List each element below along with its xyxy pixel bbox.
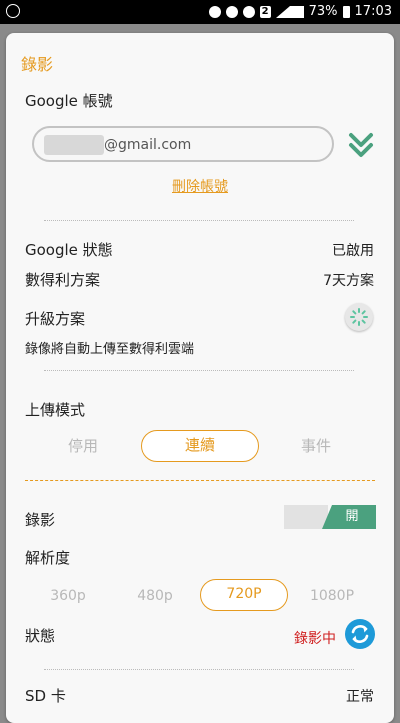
section-title: 錄影 xyxy=(21,55,54,74)
delete-account-link[interactable]: 刪除帳號 xyxy=(6,176,394,196)
upload-mode-option-disabled[interactable]: 停用 xyxy=(46,431,120,461)
resolution-option-1080p[interactable]: 1080P xyxy=(295,581,369,611)
clock: 17:03 xyxy=(354,4,392,19)
loading-spinner-icon[interactable] xyxy=(345,303,373,331)
upgrade-note: 錄像將自動上傳至數得利雲端 xyxy=(25,342,195,357)
refresh-icon xyxy=(351,625,369,643)
upgrade-plan-label: 升級方案 xyxy=(25,310,86,328)
status-value: 錄影中 xyxy=(294,631,336,647)
recording-toggle[interactable]: 開 xyxy=(284,505,376,529)
section-divider xyxy=(25,480,375,481)
battery-percent: 73% xyxy=(308,4,338,19)
google-status-label: Google 狀態 xyxy=(25,241,113,259)
nfc-icon xyxy=(225,5,238,18)
upload-mode-option-continuous[interactable]: 連續 xyxy=(141,430,259,462)
mute-icon xyxy=(208,5,221,18)
sd-card-label: SD 卡 xyxy=(25,687,66,705)
sd-card-value: 正常 xyxy=(346,689,374,705)
google-status-value: 已啟用 xyxy=(332,243,374,259)
resolution-option-480p[interactable]: 480p xyxy=(119,581,191,611)
plan-value: 7天方案 xyxy=(323,273,374,289)
upload-mode-label: 上傳模式 xyxy=(25,401,86,419)
resolution-option-360p[interactable]: 360p xyxy=(32,581,104,611)
resolution-label: 解析度 xyxy=(25,549,71,567)
email-redaction xyxy=(44,135,104,155)
divider xyxy=(44,220,354,221)
wifi-icon xyxy=(242,5,255,18)
email-suffix: @gmail.com xyxy=(104,137,192,153)
plan-label: 數得利方案 xyxy=(25,271,101,289)
profile-icon xyxy=(6,4,20,18)
expand-chevron-icon[interactable] xyxy=(348,131,374,161)
email-field[interactable]: @gmail.com xyxy=(32,126,334,162)
resolution-option-720p[interactable]: 720P xyxy=(200,579,288,611)
battery-icon xyxy=(342,5,350,18)
google-account-label: Google 帳號 xyxy=(25,92,113,110)
signal-icon xyxy=(275,5,304,18)
settings-card: 錄影 Google 帳號 @gmail.com 刪除帳號 Google 狀態 已… xyxy=(6,33,394,723)
status-label: 狀態 xyxy=(25,627,56,645)
refresh-button[interactable] xyxy=(345,619,375,649)
divider xyxy=(44,669,354,670)
recording-label: 錄影 xyxy=(25,511,56,529)
upload-mode-option-event[interactable]: 事件 xyxy=(279,431,353,461)
toggle-on-label: 開 xyxy=(322,505,376,529)
divider xyxy=(44,370,354,371)
sim-badge: 2 xyxy=(259,5,271,18)
status-bar: 2 73% 17:03 xyxy=(0,0,400,24)
toggle-off-area xyxy=(284,505,328,529)
